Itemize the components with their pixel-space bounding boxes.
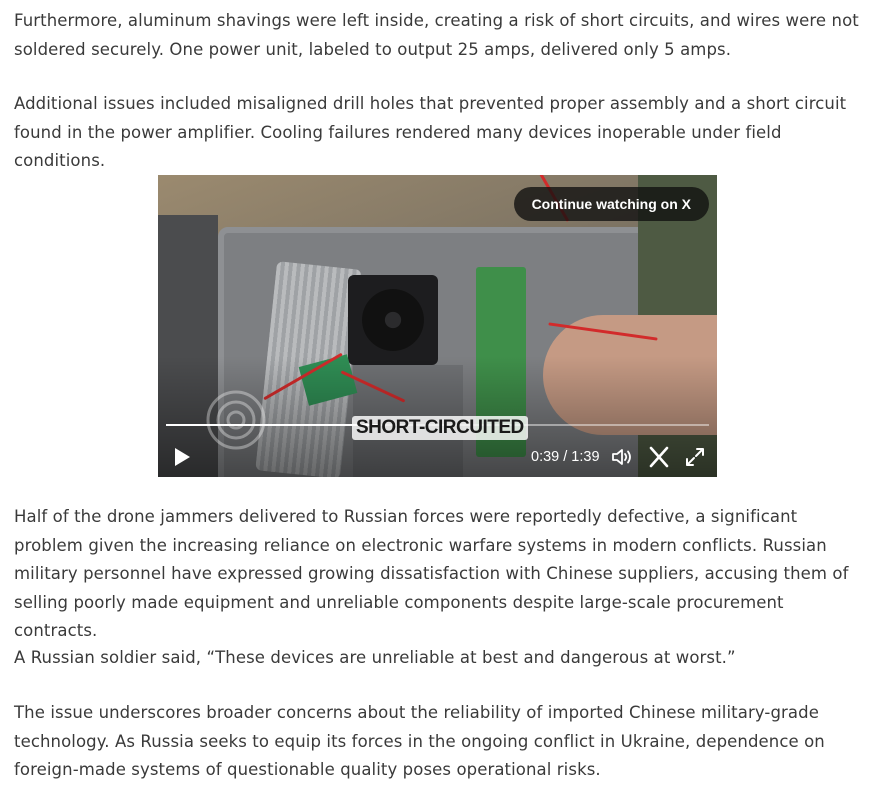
x-logo-icon[interactable] — [647, 445, 671, 469]
video-controls: 0:39 / 1:39 — [158, 433, 717, 477]
fullscreen-icon[interactable] — [683, 445, 707, 469]
article-paragraph-4: A Russian soldier said, “These devices a… — [14, 648, 736, 667]
article-paragraph-3: Half of the drone jammers delivered to R… — [14, 507, 849, 640]
continue-watching-button[interactable]: Continue watching on X — [513, 187, 709, 221]
article-paragraph-2: Additional issues included misaligned dr… — [14, 94, 847, 170]
volume-icon[interactable] — [610, 445, 634, 469]
article-paragraph-5: The issue underscores broader concerns a… — [14, 703, 825, 779]
article-paragraph-1: Furthermore, aluminum shavings were left… — [14, 11, 859, 59]
embedded-video-player[interactable]: Continue watching on X SHORT-CIRCUITED 0… — [158, 175, 717, 477]
video-time-display: 0:39 / 1:39 — [531, 449, 600, 465]
play-icon[interactable] — [171, 446, 193, 468]
video-progress-fill — [166, 424, 378, 426]
